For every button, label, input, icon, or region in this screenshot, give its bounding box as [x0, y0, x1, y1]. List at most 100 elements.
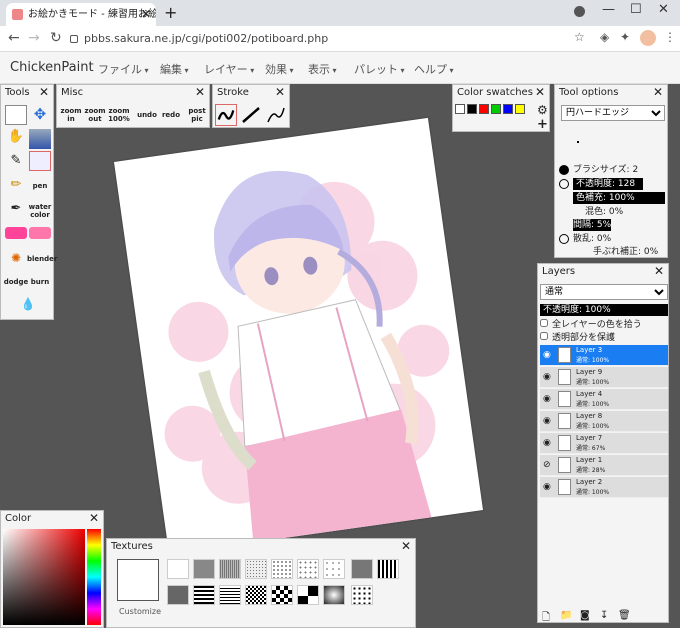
blend-mode-select[interactable]: 通常: [540, 284, 668, 300]
close-window-icon[interactable]: ✕: [658, 2, 669, 17]
misc-close-icon[interactable]: ✕: [195, 85, 205, 99]
url-field[interactable]: pbbs.sakura.ne.jp/cgi/poti002/potiboard.…: [70, 29, 600, 49]
texture-gray-fill[interactable]: [167, 585, 189, 605]
extensions-puzzle-icon[interactable]: ✦: [620, 30, 630, 44]
zoom-out-button[interactable]: zoom out: [83, 107, 107, 123]
drawing-canvas[interactable]: [113, 117, 484, 555]
menu-edit[interactable]: 編集: [160, 61, 189, 77]
layer-opacity-slider[interactable]: 不透明度: 100%: [540, 304, 668, 316]
swatch-blue[interactable]: [503, 104, 513, 114]
brush-size-slider[interactable]: ブラシサイズ: 2: [573, 164, 638, 176]
texture-checker-medium[interactable]: [271, 585, 293, 605]
texture-dots-small[interactable]: [245, 559, 267, 579]
new-group-folder-icon[interactable]: 📁: [560, 610, 572, 621]
layer-row[interactable]: ◉ Layer 9 通常: 100%: [540, 367, 668, 388]
stroke-close-icon[interactable]: ✕: [275, 85, 285, 99]
freehand-stroke-icon[interactable]: [215, 104, 237, 126]
zoom-in-button[interactable]: zoom in: [59, 107, 83, 123]
reload-icon[interactable]: ↻: [50, 30, 62, 46]
forward-icon[interactable]: →: [28, 30, 40, 46]
textures-close-icon[interactable]: ✕: [401, 539, 411, 553]
new-layer-icon[interactable]: 🗋: [542, 610, 550, 627]
move-icon[interactable]: ✥: [29, 105, 51, 125]
eye-visible-icon[interactable]: ◉: [543, 438, 553, 448]
tab-close-icon[interactable]: ✕: [141, 3, 151, 26]
menu-help[interactable]: ヘルプ: [414, 61, 454, 77]
zoom-100-button[interactable]: zoom 100%: [107, 107, 131, 123]
texture-spots[interactable]: [351, 585, 373, 605]
layer-row[interactable]: ◉ Layer 7 通常: 67%: [540, 433, 668, 454]
undo-button[interactable]: undo: [135, 111, 159, 119]
eye-visible-icon[interactable]: ◉: [543, 482, 553, 492]
texture-vertical-stripes[interactable]: [377, 559, 399, 579]
texture-checker-large[interactable]: [297, 585, 319, 605]
add-swatch-icon[interactable]: +: [537, 117, 548, 132]
extension-shield-icon[interactable]: ◈: [600, 30, 609, 44]
maximize-icon[interactable]: ☐: [630, 2, 642, 17]
eye-visible-icon[interactable]: ◉: [543, 416, 553, 426]
eraser-icon[interactable]: [5, 227, 27, 239]
bookmark-star-icon[interactable]: ☆: [574, 30, 585, 44]
texture-thin-lines[interactable]: [219, 585, 241, 605]
scatter-toggle-icon[interactable]: [559, 234, 569, 244]
swatches-close-icon[interactable]: ✕: [535, 85, 545, 99]
texture-solid[interactable]: [193, 559, 215, 579]
eyedropper-icon[interactable]: ✎: [5, 153, 27, 173]
dodge-tool-label[interactable]: dodge: [3, 278, 29, 286]
eye-hidden-icon[interactable]: ⊘: [543, 460, 553, 470]
menu-palette[interactable]: パレット: [354, 61, 405, 77]
eye-visible-icon[interactable]: ◉: [543, 394, 553, 404]
back-icon[interactable]: ←: [8, 30, 20, 46]
tools-close-icon[interactable]: ✕: [39, 85, 49, 99]
tool-options-close-icon[interactable]: ✕: [653, 85, 663, 99]
swatch-black[interactable]: [467, 104, 477, 114]
customize-texture-button[interactable]: Customize: [119, 607, 161, 616]
texture-noise[interactable]: [323, 585, 345, 605]
layer-row[interactable]: ⊘ Layer 1 通常: 28%: [540, 455, 668, 476]
soft-eraser-icon[interactable]: [29, 227, 51, 239]
eye-visible-icon[interactable]: ◉: [543, 350, 553, 360]
sample-all-checkbox[interactable]: [540, 319, 548, 327]
layer-row[interactable]: ◉ Layer 4 通常: 100%: [540, 389, 668, 410]
layer-mask-icon[interactable]: ◙: [580, 610, 590, 621]
curve-stroke-icon[interactable]: [265, 104, 287, 126]
scatter-slider[interactable]: 散乱: 0%: [573, 233, 611, 245]
burn-tool-label[interactable]: burn: [27, 278, 53, 286]
lock-alpha-checkbox[interactable]: [540, 332, 548, 340]
saturation-value-picker[interactable]: [3, 529, 85, 625]
brush-tool-icon[interactable]: [29, 151, 51, 171]
blender-tool-label[interactable]: blender: [27, 255, 57, 263]
avatar[interactable]: [640, 30, 656, 46]
texture-fine-lines[interactable]: [219, 559, 241, 579]
texture-checker-small[interactable]: [245, 585, 267, 605]
minimize-icon[interactable]: —: [602, 2, 615, 17]
delete-layer-trash-icon[interactable]: 🗑: [618, 610, 631, 621]
texture-dots-sparse[interactable]: [297, 559, 319, 579]
brush-tip-select[interactable]: 円ハードエッジ: [561, 105, 665, 121]
menu-layer[interactable]: レイヤー: [204, 61, 254, 77]
color-fill-slider[interactable]: 色補充: 100%: [573, 192, 665, 204]
color-close-icon[interactable]: ✕: [89, 511, 99, 525]
pen-tool-label[interactable]: pen: [27, 182, 53, 190]
hue-slider[interactable]: [87, 529, 101, 625]
swatch-settings-gear-icon[interactable]: ⚙: [537, 103, 548, 117]
swatch-green[interactable]: [491, 104, 501, 114]
smoothing-slider[interactable]: 手ぶれ補正: 0%: [593, 246, 658, 258]
texture-dots-light[interactable]: [323, 559, 345, 579]
pencil-icon[interactable]: ✏: [5, 177, 27, 197]
eye-visible-icon[interactable]: ◉: [543, 372, 553, 382]
post-pic-button[interactable]: post pic: [185, 107, 209, 123]
layer-row[interactable]: ◉ Layer 3 通常: 100%: [540, 345, 668, 366]
layer-row[interactable]: ◉ Layer 2 通常: 100%: [540, 477, 668, 498]
texture-dark-gray[interactable]: [351, 559, 373, 579]
texture-blank[interactable]: [167, 559, 189, 579]
menu-effects[interactable]: 効果: [265, 61, 294, 77]
profile-dropdown-icon[interactable]: [574, 6, 585, 17]
opacity-toggle-icon[interactable]: [559, 179, 569, 189]
texture-preview[interactable]: [117, 559, 159, 601]
watercolor-brush-icon[interactable]: ✒: [5, 201, 27, 221]
menu-file[interactable]: ファイル: [98, 61, 149, 77]
swatch-red[interactable]: [479, 104, 489, 114]
sample-all-checkbox-row[interactable]: 全レイヤーの色を拾う: [540, 319, 642, 331]
mix-slider[interactable]: 混色: 0%: [585, 206, 623, 218]
